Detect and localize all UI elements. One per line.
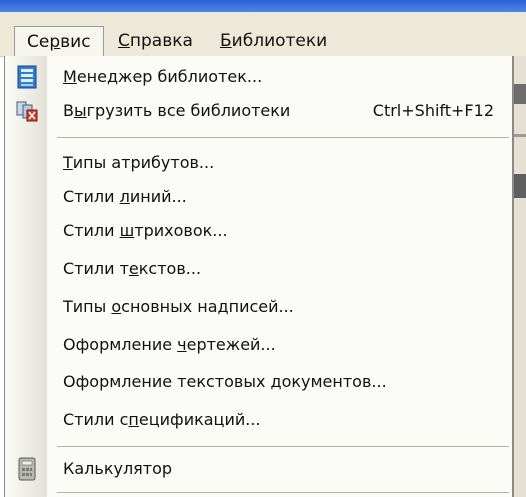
menu-item-shortcut: Ctrl+Shift+F12 — [372, 101, 494, 120]
menu-item-label: Стили штриховок... — [63, 221, 228, 240]
service-dropdown-menu: Менеджер библиотек... Выгрузить все библ… — [4, 56, 514, 497]
menu-bar: Сервис Справка Библиотеки — [0, 12, 526, 57]
menu-item-label: Калькулятор — [63, 459, 173, 478]
menu-separator — [57, 492, 509, 493]
menu-label-part: правка — [129, 31, 193, 51]
menu-item-label: Стили спецификаций... — [63, 410, 261, 429]
menu-label-part: вис — [60, 32, 91, 52]
menu-label-hotkey: С — [118, 31, 130, 51]
library-manager-icon — [15, 65, 39, 89]
unload-libraries-icon — [15, 99, 39, 123]
menu-item-label: Стили линий... — [63, 187, 187, 206]
menu-help[interactable]: Справка — [106, 26, 205, 56]
menu-label-part: Се — [27, 32, 50, 52]
menu-item-text-styles[interactable]: Стили текстов... — [5, 252, 510, 286]
window-title-bar — [0, 0, 526, 12]
menu-item-unload-libraries[interactable]: Выгрузить все библиотеки Ctrl+Shift+F12 — [5, 94, 510, 128]
menu-item-label: Типы основных надписей... — [63, 297, 294, 316]
menu-item-label: Стили текстов... — [63, 259, 202, 278]
menu-item-title-block-types[interactable]: Типы основных надписей... — [5, 290, 510, 324]
menu-item-specification-styles[interactable]: Стили спецификаций... — [5, 403, 510, 437]
menu-item-label: Типы атрибутов... — [63, 153, 215, 172]
menu-item-text-document-formats[interactable]: Оформление текстовых документов... — [5, 365, 510, 399]
menu-label-part: иблиотеки — [231, 31, 328, 51]
menu-item-calculator[interactable]: Калькулятор — [5, 452, 510, 486]
menu-service[interactable]: Сервис — [14, 26, 104, 56]
menu-item-label: Оформление чертежей... — [63, 335, 276, 354]
menu-label-hotkey: р — [49, 32, 61, 52]
calculator-icon — [15, 457, 39, 481]
menu-item-label: Оформление текстовых документов... — [63, 372, 387, 391]
menu-libraries[interactable]: Библиотеки — [208, 26, 339, 56]
menu-item-label: Выгрузить все библиотеки — [63, 101, 291, 120]
menu-item-drawing-formats[interactable]: Оформление чертежей... — [5, 328, 510, 362]
menu-separator — [57, 137, 509, 138]
menu-item-attribute-types[interactable]: Типы атрибутов... — [5, 146, 510, 180]
menu-item-hatch-styles[interactable]: Стили штриховок... — [5, 214, 510, 248]
menu-label-hotkey: Б — [220, 31, 232, 51]
menu-separator — [57, 446, 509, 447]
menu-item-line-styles[interactable]: Стили линий... — [5, 180, 510, 214]
menu-item-library-manager[interactable]: Менеджер библиотек... — [5, 60, 510, 94]
menu-item-label: Менеджер библиотек... — [63, 67, 263, 86]
background-window-edge — [514, 56, 526, 497]
